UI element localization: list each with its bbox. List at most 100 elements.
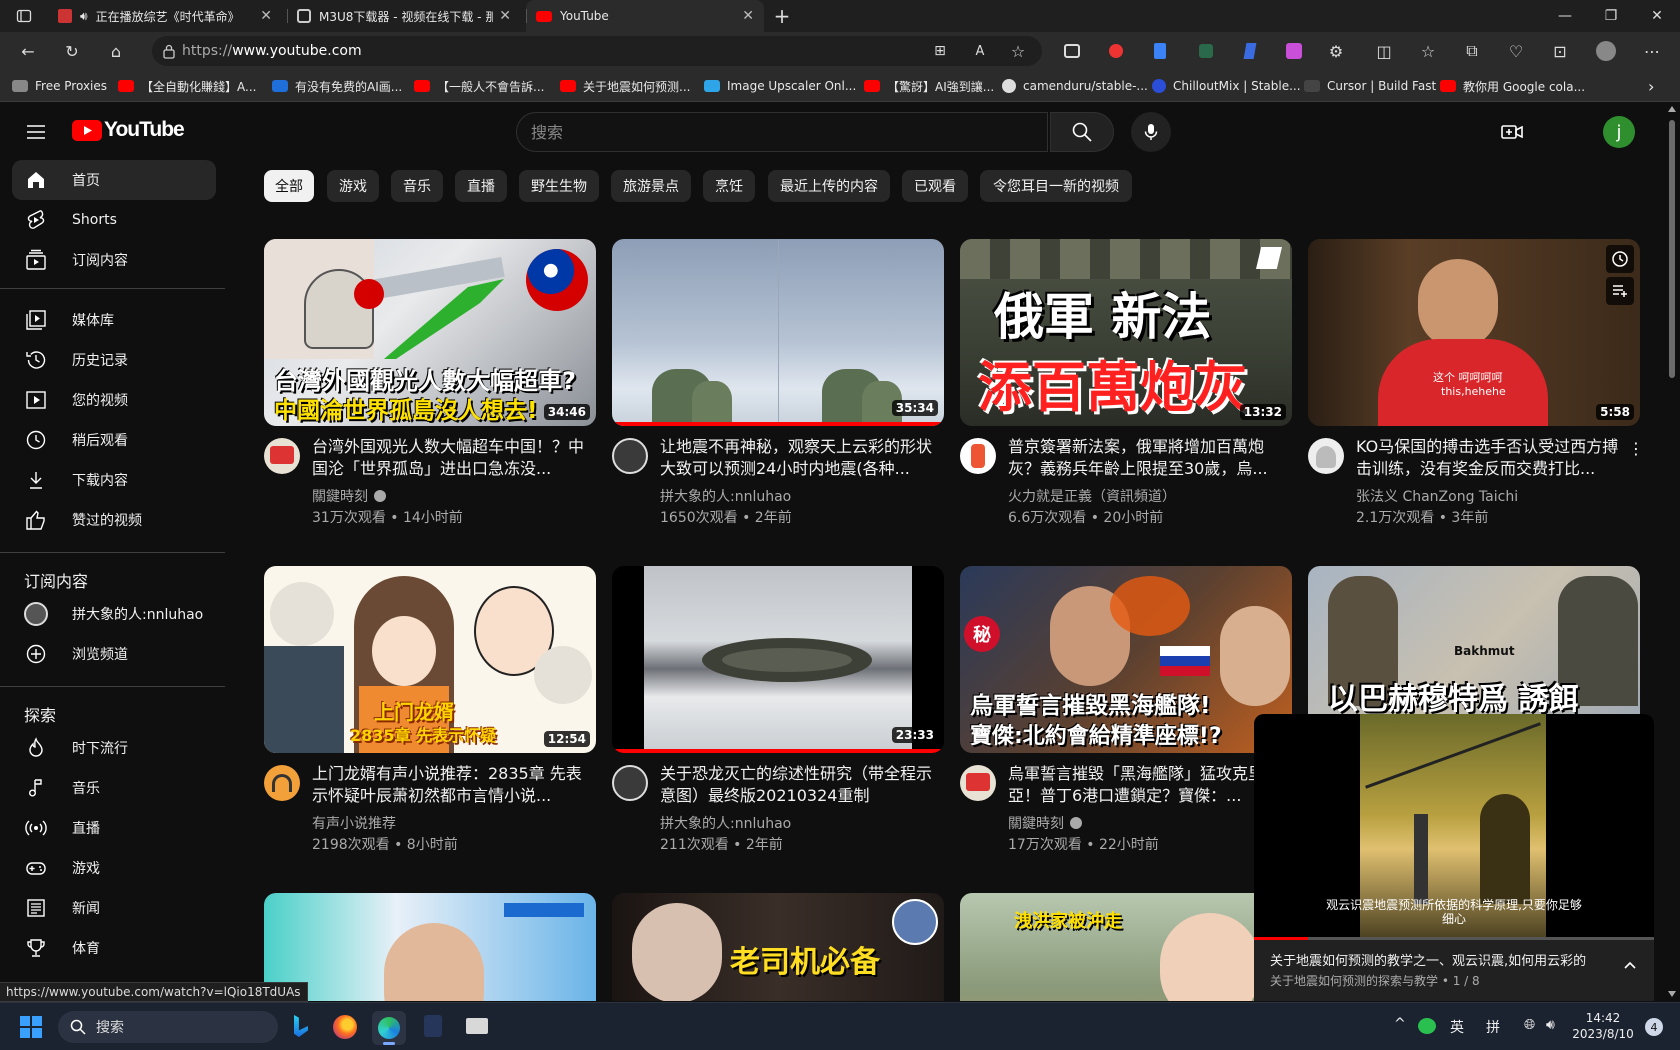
tab-actions-icon[interactable] — [14, 6, 34, 26]
channel-name[interactable]: 拼大象的人:nnluhao — [660, 813, 791, 833]
add-to-queue-icon[interactable] — [1606, 277, 1634, 305]
video-thumbnail[interactable]: 老司机必备 — [612, 893, 944, 1001]
channel-name[interactable]: 拼大象的人:nnluhao — [660, 486, 791, 506]
bookmark-item[interactable]: 关于地震如何预测... — [560, 78, 690, 94]
more-menu-icon[interactable]: ⋯ — [1642, 41, 1662, 61]
video-title[interactable]: 普京簽署新法案，俄軍將增加百萬炮灰？義務兵年齡上限提至30歲，烏... — [1008, 436, 1282, 480]
chip-live[interactable]: 直播 — [455, 170, 507, 202]
speaker-icon[interactable]: 🔊︎ — [80, 9, 88, 24]
video-thumbnail[interactable]: 洩洪家被沖走 — [960, 893, 1292, 1001]
hamburger-menu-icon[interactable] — [24, 120, 48, 144]
video-title[interactable]: 上门龙婿有声小说推荐：2835章 先表示怀疑叶辰萧初然都市言情小说... — [312, 763, 586, 807]
bookmark-item[interactable]: 【一般人不會告訴... — [414, 78, 544, 94]
taskbar-clock[interactable]: 14:42 2023/8/10 — [1568, 1011, 1638, 1041]
channel-name[interactable]: 關鍵時刻 — [1008, 813, 1082, 833]
app-icon[interactable] — [424, 1015, 442, 1037]
windows-start-icon[interactable] — [20, 1016, 42, 1038]
extension-icon[interactable] — [1240, 41, 1260, 61]
miniplayer[interactable]: 观云识震地震预测所依据的科学原理,只要你足够 细心 关于地震如何预测的教学之一、… — [1254, 714, 1654, 1001]
video-thumbnail[interactable]: 35:34 — [612, 239, 944, 426]
sidebar-item-browse-channels[interactable]: 浏览频道 — [12, 634, 216, 674]
channel-name[interactable]: 张法义 ChanZong Taichi — [1356, 486, 1518, 506]
chip-gaming[interactable]: 游戏 — [327, 170, 379, 202]
account-avatar[interactable]: j — [1603, 116, 1635, 148]
channel-name[interactable]: 關鍵時刻 — [312, 486, 386, 506]
voice-search-button[interactable] — [1131, 112, 1171, 152]
sidebar-item-library[interactable]: 媒体库 — [12, 300, 216, 340]
favorites-icon[interactable]: ☆ — [1418, 41, 1438, 61]
sidebar-item-news[interactable]: 新闻 — [12, 888, 216, 928]
bookmark-item[interactable]: Free Proxies — [12, 78, 107, 94]
channel-avatar[interactable] — [960, 438, 996, 474]
page-scrollbar[interactable] — [1664, 102, 1680, 1001]
bookmark-item[interactable]: 有没有免费的AI画... — [272, 78, 402, 94]
bing-icon[interactable] — [294, 1015, 308, 1037]
youtube-logo[interactable]: YouTube — [72, 118, 185, 142]
home-icon[interactable]: ⌂ — [106, 41, 126, 61]
chip-music[interactable]: 音乐 — [391, 170, 443, 202]
sidebar-item-sports[interactable]: 体育 — [12, 928, 216, 968]
ime-language[interactable]: 英 — [1450, 1017, 1464, 1037]
bookmark-item[interactable]: Image Upscaler Onl... — [704, 78, 856, 94]
channel-name[interactable]: 火力就是正義（資訊頻道） — [1008, 486, 1176, 506]
video-title[interactable]: 台湾外国观光人数大幅超车中国！？中国沦「世界孤岛」进出口急冻没... — [312, 436, 586, 480]
channel-avatar[interactable] — [264, 765, 300, 801]
extensions-puzzle-icon[interactable]: ⚙ — [1326, 41, 1346, 61]
sidebar-item-history[interactable]: 历史记录 — [12, 340, 216, 380]
taskbar-search[interactable]: 搜索 — [58, 1011, 278, 1043]
channel-avatar[interactable] — [612, 765, 648, 801]
profile-icon[interactable] — [1596, 41, 1616, 61]
video-thumbnail[interactable]: 上门龙婿 2835章 先表示怀疑 12:54 — [264, 566, 596, 753]
tab-2[interactable]: M3U8下载器 - 视频在线下载 - 那 ✕ — [287, 0, 521, 32]
tab-close-icon[interactable]: ✕ — [499, 8, 511, 24]
tray-overflow-icon[interactable]: ^ — [1394, 1016, 1406, 1032]
refresh-icon[interactable]: ↻ — [62, 41, 82, 61]
sidebar-item-liked[interactable]: 赞过的视频 — [12, 500, 216, 540]
app-icon[interactable] — [466, 1018, 488, 1034]
collections-icon[interactable]: ⧉ — [1462, 41, 1482, 61]
read-aloud-icon[interactable]: A — [970, 41, 990, 61]
bookmark-item[interactable]: 【驚訝】AI強到讓... — [864, 78, 994, 94]
wechat-icon[interactable] — [1418, 1018, 1436, 1034]
sidebar-item-home[interactable]: 首页 — [12, 160, 216, 200]
tab-close-icon[interactable]: ✕ — [260, 8, 272, 24]
chip-wildlife[interactable]: 野生生物 — [519, 170, 599, 202]
video-thumbnail[interactable] — [264, 893, 596, 1001]
channel-avatar[interactable] — [612, 438, 648, 474]
channel-avatar[interactable] — [1308, 438, 1344, 474]
bookmark-item[interactable]: 【全自動化賺錢】A... — [118, 78, 256, 94]
video-thumbnail[interactable]: 台灣外國觀光人數大幅超車? 中國淪世界孤島沒人想去! 34:46 — [264, 239, 596, 426]
firefox-icon[interactable] — [333, 1015, 357, 1039]
chip-all[interactable]: 全部 — [264, 170, 314, 202]
extension-icon[interactable] — [1106, 41, 1126, 61]
search-box[interactable] — [516, 112, 1048, 152]
sidebar-item-trending[interactable]: 时下流行 — [12, 728, 216, 768]
screenshot-icon[interactable]: ⊡ — [1550, 41, 1570, 61]
extension-icon[interactable] — [1284, 41, 1304, 61]
volume-icon[interactable]: 🔊︎ — [1546, 1017, 1555, 1033]
performance-icon[interactable]: ♡ — [1506, 41, 1526, 61]
miniplayer-title[interactable]: 关于地震如何预测的教学之一、观云识震,如何用云彩的 — [1270, 950, 1610, 969]
extension-icon[interactable] — [1062, 41, 1082, 61]
video-title[interactable]: 关于恐龙灭亡的综述性研究（带全程示意图）最终版20210324重制 — [660, 763, 934, 807]
back-icon[interactable]: ← — [18, 41, 38, 61]
app-available-icon[interactable]: ⊞ — [930, 41, 950, 61]
chip-cooking[interactable]: 烹饪 — [703, 170, 755, 202]
chip-new-to-you[interactable]: 令您耳目一新的视频 — [980, 170, 1132, 202]
channel-avatar[interactable] — [960, 765, 996, 801]
tab-youtube[interactable]: YouTube ✕ — [526, 0, 764, 32]
miniplayer-progress-bar[interactable] — [1254, 937, 1308, 940]
search-button[interactable] — [1050, 112, 1114, 152]
video-thumbnail[interactable]: 这个 呵呵呵呵 this,hehehe 5:58 — [1308, 239, 1640, 426]
sidebar-item-watch-later[interactable]: 稍后观看 — [12, 420, 216, 460]
bookmarks-overflow-icon[interactable]: › — [1648, 77, 1654, 96]
scroll-up-icon[interactable] — [1668, 106, 1676, 112]
favorite-star-icon[interactable]: ☆ — [1008, 41, 1028, 61]
address-bar[interactable]: https://www.youtube.com ⊞ A ☆ — [152, 36, 1042, 66]
bookmark-item[interactable]: Cursor | Build Fast — [1304, 78, 1436, 94]
sidebar-item-gaming[interactable]: 游戏 — [12, 848, 216, 888]
video-title[interactable]: 烏軍誓言摧毀「黑海艦隊」猛攻克里米亞！普丁6港口遭鎖定？寶傑：... — [1008, 763, 1282, 807]
bookmark-item[interactable]: camenduru/stable-... — [1002, 78, 1148, 94]
chip-watched[interactable]: 已观看 — [902, 170, 968, 202]
network-globe-icon[interactable]: 🌐︎ — [1524, 1017, 1535, 1033]
